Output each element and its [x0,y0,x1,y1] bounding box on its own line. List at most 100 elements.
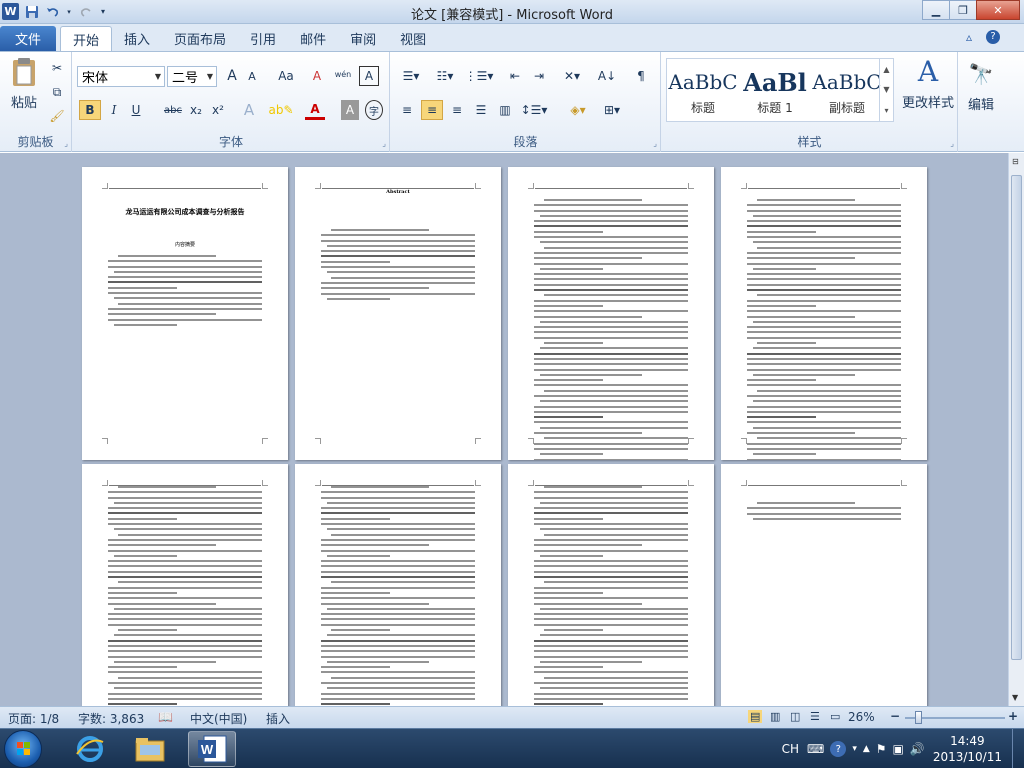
clear-formatting-button[interactable]: A [307,66,327,86]
close-button[interactable]: ✕ [976,0,1020,20]
document-page[interactable] [508,167,714,460]
paste-button[interactable]: 粘贴 [6,56,42,111]
tab-file[interactable]: 文件 [0,26,56,51]
minimize-ribbon-icon[interactable]: ▵ [966,30,972,44]
underline-button[interactable]: U [127,100,145,120]
document-page[interactable] [82,464,288,706]
help-tray-icon[interactable]: ? [830,741,847,757]
multilevel-list-icon[interactable]: ⋮☰▾ [465,66,494,86]
format-painter-icon[interactable]: 🖌 [48,106,66,126]
center-icon[interactable]: ≡ [421,100,443,120]
document-page[interactable]: Abstract [295,167,501,460]
tab-home[interactable]: 开始 [60,26,113,51]
full-screen-reading-icon[interactable]: ▥ [770,710,780,723]
cut-icon[interactable]: ✂ [48,58,66,78]
grow-font-button[interactable]: A [223,66,241,86]
language[interactable]: 中文(中国) [190,710,247,727]
align-left-icon[interactable]: ≡ [397,100,417,120]
strikethrough-button[interactable]: abc [161,100,185,120]
proofing-icon[interactable]: 📖 [158,710,173,724]
start-button[interactable] [4,730,42,768]
decrease-indent-icon[interactable]: ⇤ [505,66,525,86]
character-shading-icon[interactable]: A [341,100,359,120]
document-area[interactable]: 龙马运运有限公司成本调查与分析报告 内容摘要 Abstract [0,153,1008,706]
shrink-font-button[interactable]: A [243,66,261,86]
word-taskbar-icon[interactable]: W [188,731,236,767]
document-page[interactable] [295,464,501,706]
vertical-scrollbar[interactable]: ⊟ ▼ [1008,153,1024,706]
justify-icon[interactable]: ☰ [471,100,491,120]
language-bar-icon[interactable]: ⌨ [807,742,824,756]
zoom-level[interactable]: 26% [848,710,875,724]
scroll-thumb[interactable] [1011,175,1022,660]
copy-icon[interactable]: ⧉ [48,82,66,102]
show-desktop-button[interactable] [1012,729,1024,768]
input-method-indicator[interactable]: CH [782,742,799,756]
document-page[interactable] [721,167,927,460]
zoom-slider-thumb[interactable] [915,711,922,724]
enclose-characters-icon[interactable]: 字 [365,100,383,120]
styles-launcher-icon[interactable]: ⌟ [950,139,954,148]
tab-references[interactable]: 引用 [238,26,288,51]
numbering-icon[interactable]: ☷▾ [431,66,459,86]
page-count[interactable]: 页面: 1/8 [8,710,59,727]
character-border-button[interactable]: A [359,66,379,86]
zoom-in-button[interactable]: + [1008,709,1018,723]
clock[interactable]: 14:49 2013/10/11 [933,733,1002,765]
clipboard-launcher-icon[interactable]: ⌟ [64,139,68,148]
print-layout-view-icon[interactable]: ▤ [748,710,763,723]
internet-explorer-taskbar-icon[interactable] [66,731,114,767]
draft-view-icon[interactable]: ▭ [830,710,840,723]
network-icon[interactable]: ▣ [893,742,904,756]
minimize-button[interactable]: ▁ [922,0,950,20]
line-spacing-icon[interactable]: ↕☰▾ [521,100,548,120]
font-launcher-icon[interactable]: ⌟ [382,139,386,148]
chinese-layout-icon[interactable]: ✕▾ [559,66,585,86]
gallery-more-icon[interactable]: ▾ [884,106,888,115]
font-color-icon[interactable]: A [305,100,325,120]
style-gallery-scroll[interactable]: ▲ ▼ ▾ [879,59,893,121]
tab-mailings[interactable]: 邮件 [288,26,338,51]
increase-indent-icon[interactable]: ⇥ [529,66,549,86]
highlight-color-icon[interactable]: ab✎ [268,100,293,120]
bold-button[interactable]: B [79,100,101,120]
style-subtitle[interactable]: AaBbC 副标题 [811,59,883,121]
show-formatting-icon[interactable]: ¶ [631,66,651,86]
zoom-out-button[interactable]: − [890,709,900,723]
change-case-button[interactable]: Aa [273,66,299,86]
superscript-button[interactable]: x² [209,100,227,120]
scroll-down-icon[interactable]: ▼ [883,85,889,94]
paragraph-launcher-icon[interactable]: ⌟ [653,139,657,148]
ruler-toggle-icon[interactable]: ⊟ [1012,157,1019,166]
tab-insert[interactable]: 插入 [112,26,162,51]
text-effects-icon[interactable]: A [239,100,259,120]
pinyin-guide-button[interactable]: wén [331,64,355,84]
language-bar-menu-icon[interactable]: ▾ [852,744,857,754]
sort-icon[interactable]: A↓ [597,66,617,86]
style-heading-1[interactable]: AaBl 标题 1 [739,59,811,121]
restore-button[interactable]: ❐ [949,0,977,20]
style-title[interactable]: AaBbC 标题 [667,59,739,121]
document-page[interactable]: 龙马运运有限公司成本调查与分析报告 内容摘要 [82,167,288,460]
volume-icon[interactable]: 🔊 [910,742,925,756]
action-center-flag-icon[interactable]: ⚑ [876,742,887,756]
tab-page-layout[interactable]: 页面布局 [162,26,238,51]
shading-icon[interactable]: ◈▾ [565,100,591,120]
align-right-icon[interactable]: ≡ [447,100,467,120]
insert-mode[interactable]: 插入 [266,710,290,727]
word-count[interactable]: 字数: 3,863 [78,710,144,727]
file-explorer-taskbar-icon[interactable] [126,731,174,767]
distributed-icon[interactable]: ▥ [495,100,515,120]
scroll-down-arrow-icon[interactable]: ▼ [1012,693,1018,702]
borders-icon[interactable]: ⊞▾ [599,100,625,120]
show-hidden-icons[interactable]: ▲ [863,744,870,754]
scroll-up-icon[interactable]: ▲ [883,65,889,74]
font-size-dropdown[interactable]: 二号 ▼ [167,66,217,87]
change-styles-button[interactable]: A 更改样式 [900,56,956,112]
font-name-dropdown[interactable]: 宋体 ▼ [77,66,165,87]
web-layout-icon[interactable]: ◫ [790,710,800,723]
document-page[interactable] [721,464,927,706]
tab-view[interactable]: 视图 [388,26,438,51]
bullets-icon[interactable]: ☰▾ [397,66,425,86]
help-icon[interactable]: ? [986,30,1000,44]
